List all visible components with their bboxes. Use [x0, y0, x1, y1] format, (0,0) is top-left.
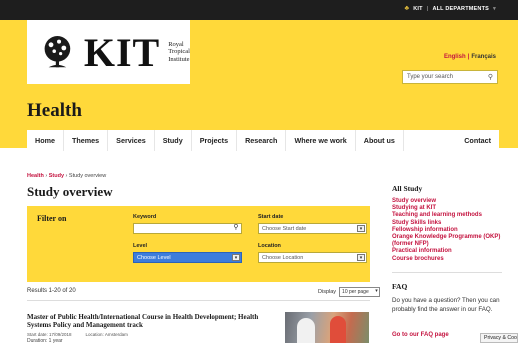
logo-wordmark: KIT	[83, 29, 161, 75]
divider: |	[467, 54, 470, 60]
faq-link[interactable]: Go to our FAQ page	[392, 332, 449, 338]
language-switch: English | Français	[444, 54, 496, 60]
search-icon[interactable]: ⚲	[488, 73, 493, 81]
course-photo[interactable]	[285, 312, 369, 343]
sidebar-item-teaching-methods[interactable]: Teaching and learning methods	[392, 212, 502, 219]
chevron-down-icon[interactable]: ▾	[375, 288, 378, 294]
logo-subtitle: Royal Tropical Institute	[168, 41, 190, 64]
display-label: Display	[318, 289, 337, 295]
sidebar-title: All Study	[392, 184, 423, 193]
page-title: Health	[27, 100, 82, 121]
privacy-button[interactable]: Privacy & Cookies	[480, 333, 518, 343]
divider: |	[426, 5, 429, 12]
topbar-kit-link[interactable]: KIT	[413, 6, 422, 12]
faq-box: FAQ Do you have a question? Then you can…	[392, 282, 502, 338]
header: KIT Royal Tropical Institute English | Fra…	[0, 20, 518, 151]
breadcrumb-current: Study overview	[68, 173, 107, 179]
course-start-date: Start date: 17/09/2018	[27, 332, 72, 337]
start-date-value: Choose Start date	[262, 226, 307, 232]
divider	[392, 272, 502, 273]
results-count: Results 1-20 of 20	[27, 288, 76, 294]
logo-line: Institute	[168, 55, 190, 63]
faq-text: Do you have a question? Then you can pro…	[392, 297, 500, 313]
breadcrumb-separator: ›	[45, 173, 48, 179]
section-heading: Study overview	[27, 184, 113, 199]
nav-item-themes[interactable]: Themes	[64, 130, 109, 151]
lang-english[interactable]: English	[444, 54, 466, 60]
chevron-down-icon[interactable]: ▾	[357, 225, 365, 232]
nav-item-services[interactable]: Services	[108, 130, 155, 151]
filter-panel: Filter on Keyword ⚲ Start date Choose St…	[27, 206, 370, 282]
keyword-label: Keyword	[133, 214, 157, 220]
display-control: Display 10 per page ▾	[318, 287, 380, 297]
kit-tree-icon: ♣	[404, 5, 410, 12]
breadcrumb-study[interactable]: Study	[49, 173, 64, 179]
tree-logo-icon	[44, 35, 71, 68]
breadcrumb: Health › Study › Study overview	[27, 173, 106, 179]
chevron-down-icon[interactable]: ▾	[493, 6, 496, 12]
filter-title: Filter on	[37, 214, 67, 223]
sidebar-item-fellowship[interactable]: Fellowship information	[392, 227, 502, 234]
level-value: Choose Level	[137, 255, 171, 261]
start-date-select[interactable]: Choose Start date ▾	[258, 223, 367, 234]
faq-title: FAQ	[392, 282, 408, 291]
lang-francais[interactable]: Français	[471, 54, 496, 60]
top-bar: ♣ KIT | ALL DEPARTMENTS ▾	[0, 0, 518, 20]
kit-logo[interactable]: KIT Royal Tropical Institute	[27, 20, 190, 84]
course-meta: Start date: 17/09/2018 Location: Amsterd…	[27, 332, 128, 337]
search-icon[interactable]: ⚲	[232, 224, 240, 232]
chevron-down-icon[interactable]: ▾	[357, 254, 365, 261]
main-nav: Home Themes Services Study Projects Rese…	[27, 130, 499, 151]
nav-item-contact[interactable]: Contact	[456, 130, 499, 151]
all-departments-link[interactable]: ALL DEPARTMENTS	[432, 6, 489, 12]
photo-figure	[330, 316, 346, 343]
course-location: Location: Amsterdam	[85, 332, 128, 337]
per-page-select[interactable]: 10 per page ▾	[339, 287, 380, 297]
sidebar-item-okp[interactable]: Orange Knowledge Programme (OKP) (former…	[392, 234, 502, 248]
per-page-value: 10 per page	[342, 289, 369, 295]
nav-item-where-we-work[interactable]: Where we work	[286, 130, 356, 151]
nav-item-about-us[interactable]: About us	[356, 130, 404, 151]
logo-line: Tropical	[168, 48, 190, 56]
course-duration: Duration: 1 year	[27, 338, 63, 344]
sidebar: All Study Study overview Studying at KIT…	[392, 184, 502, 273]
nav-item-research[interactable]: Research	[237, 130, 287, 151]
sidebar-item-study-overview[interactable]: Study overview	[392, 198, 502, 205]
sidebar-item-brochures[interactable]: Course brochures	[392, 256, 502, 263]
location-value: Choose Location	[262, 255, 304, 261]
search-input[interactable]: Type your search ⚲	[402, 70, 498, 84]
photo-figure	[297, 318, 315, 343]
sidebar-item-studying-at-kit[interactable]: Studying at KIT	[392, 205, 502, 212]
nav-item-projects[interactable]: Projects	[192, 130, 238, 151]
divider	[27, 300, 370, 301]
top-bar-links: ♣ KIT | ALL DEPARTMENTS ▾	[404, 5, 496, 12]
nav-item-study[interactable]: Study	[155, 130, 192, 151]
sidebar-links: Study overview Studying at KIT Teaching …	[392, 198, 502, 263]
location-label: Location	[258, 243, 281, 249]
nav-item-home[interactable]: Home	[27, 130, 64, 151]
start-date-label: Start date	[258, 214, 284, 220]
search-placeholder: Type your search	[407, 74, 454, 80]
sidebar-item-practical[interactable]: Practical information	[392, 248, 502, 255]
chevron-down-icon[interactable]: ▾	[232, 254, 240, 261]
breadcrumb-health[interactable]: Health	[27, 173, 44, 179]
course-title-link[interactable]: Master of Public Health/International Co…	[27, 313, 277, 329]
sidebar-item-study-skills[interactable]: Study Skills links	[392, 220, 502, 227]
keyword-input[interactable]: ⚲	[133, 223, 242, 234]
location-select[interactable]: Choose Location ▾	[258, 252, 367, 263]
breadcrumb-separator: ›	[65, 173, 68, 179]
level-select[interactable]: Choose Level ▾	[133, 252, 242, 263]
logo-line: Royal	[168, 40, 184, 48]
level-label: Level	[133, 243, 148, 249]
